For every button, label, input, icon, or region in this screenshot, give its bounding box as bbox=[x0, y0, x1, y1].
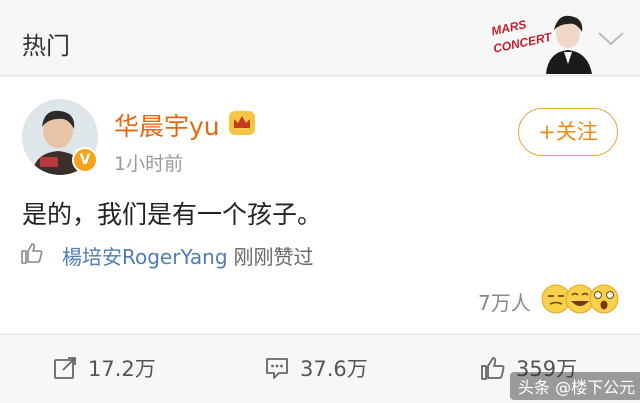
tab-hot-title[interactable]: 热门 bbox=[22, 26, 70, 61]
comment-button[interactable]: 37.6万 bbox=[264, 353, 368, 383]
post-time: 1小时前 bbox=[114, 153, 184, 175]
reactions-count[interactable]: 7万人 bbox=[478, 287, 531, 316]
share-icon bbox=[54, 357, 76, 379]
crown-icon[interactable] bbox=[228, 110, 256, 136]
post-card: V 华晨宇yu 1小时前 +关注 是的，我们是有一个孩子。 楊培安RogerYa… bbox=[0, 77, 640, 333]
repost-count: 17.2万 bbox=[88, 357, 156, 381]
verified-badge-icon: V bbox=[72, 147, 98, 173]
post-content: 是的，我们是有一个孩子。 bbox=[22, 200, 323, 229]
thumbs-up-icon bbox=[481, 357, 505, 380]
liked-by-text: 楊培安RogerYang 刚刚赞过 bbox=[62, 241, 314, 270]
comment-icon bbox=[266, 358, 288, 379]
repost-button[interactable]: 17.2万 bbox=[52, 353, 156, 383]
thumbs-up-icon bbox=[21, 243, 43, 264]
top-bar: 热门 MARS CONCERT bbox=[0, 0, 640, 76]
liked-by-suffix: 刚刚赞过 bbox=[233, 245, 314, 269]
follow-button[interactable]: +关注 bbox=[518, 108, 618, 156]
chevron-down-icon[interactable] bbox=[596, 28, 626, 50]
watermark: 头条 @楼下公元 bbox=[510, 372, 640, 400]
liker-name-link[interactable]: 楊培安RogerYang bbox=[62, 245, 228, 269]
author-name[interactable]: 华晨宇yu bbox=[114, 107, 220, 143]
comment-count: 37.6万 bbox=[300, 357, 368, 381]
reaction-emojis-icon[interactable] bbox=[540, 283, 620, 315]
concert-banner-image[interactable]: MARS CONCERT bbox=[488, 6, 596, 74]
